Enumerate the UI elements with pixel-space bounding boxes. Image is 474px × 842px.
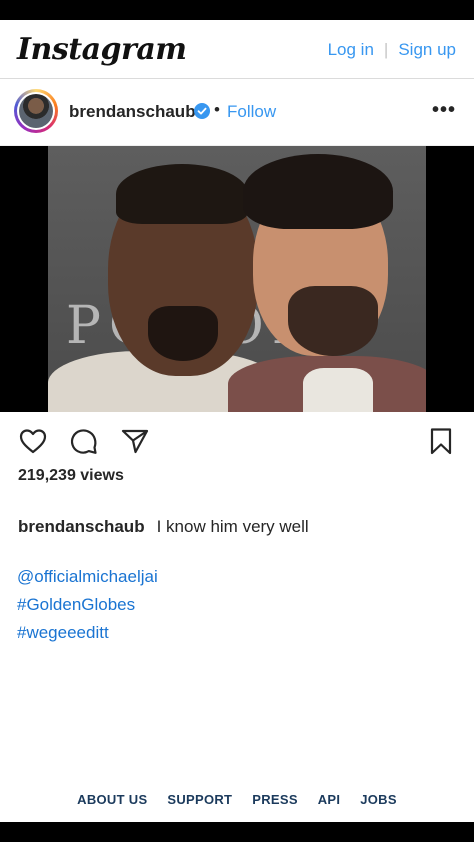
- footer-links: ABOUT US SUPPORT PRESS API JOBS: [0, 792, 474, 807]
- caption-username[interactable]: brendanschaub: [18, 517, 145, 536]
- post-caption: brendanschaub I know him very well: [18, 516, 458, 538]
- footer-api-link[interactable]: API: [318, 792, 341, 807]
- login-link[interactable]: Log in: [328, 40, 374, 59]
- footer-press-link[interactable]: PRESS: [252, 792, 298, 807]
- hashtag-link[interactable]: #GoldenGlobes: [17, 591, 158, 619]
- auth-links: Log in | Sign up: [328, 40, 456, 60]
- post-media: POWOR: [0, 146, 474, 412]
- top-nav: Instagram Log in | Sign up: [0, 20, 474, 79]
- footer-about-link[interactable]: ABOUT US: [77, 792, 147, 807]
- caption-tags: @officialmichaeljai #GoldenGlobes #wegee…: [17, 563, 158, 647]
- follow-button[interactable]: Follow: [227, 102, 276, 122]
- bottom-bar: [0, 822, 474, 842]
- post-actions: [0, 420, 474, 464]
- caption-text: I know him very well: [156, 517, 309, 536]
- more-options-icon[interactable]: •••: [432, 99, 456, 122]
- footer-support-link[interactable]: SUPPORT: [167, 792, 232, 807]
- verified-icon: [194, 103, 210, 119]
- auth-separator: |: [383, 40, 389, 59]
- post-username[interactable]: brendanschaub: [69, 102, 196, 122]
- avatar[interactable]: [14, 89, 58, 133]
- comment-icon[interactable]: [69, 426, 99, 456]
- mention-link[interactable]: @officialmichaeljai: [17, 563, 158, 591]
- bookmark-icon[interactable]: [426, 426, 456, 456]
- heart-icon[interactable]: [18, 426, 48, 456]
- share-icon[interactable]: [120, 426, 150, 456]
- signup-link[interactable]: Sign up: [398, 40, 456, 59]
- hashtag-link[interactable]: #wegeeeditt: [17, 619, 158, 647]
- post-header: brendanschaub • Follow •••: [0, 79, 474, 146]
- status-bar: [0, 0, 474, 20]
- footer-jobs-link[interactable]: JOBS: [360, 792, 397, 807]
- separator-dot: •: [214, 100, 220, 119]
- instagram-logo[interactable]: Instagram: [17, 32, 187, 67]
- post-photo[interactable]: POWOR: [48, 146, 426, 412]
- view-count[interactable]: 219,239 views: [18, 467, 124, 485]
